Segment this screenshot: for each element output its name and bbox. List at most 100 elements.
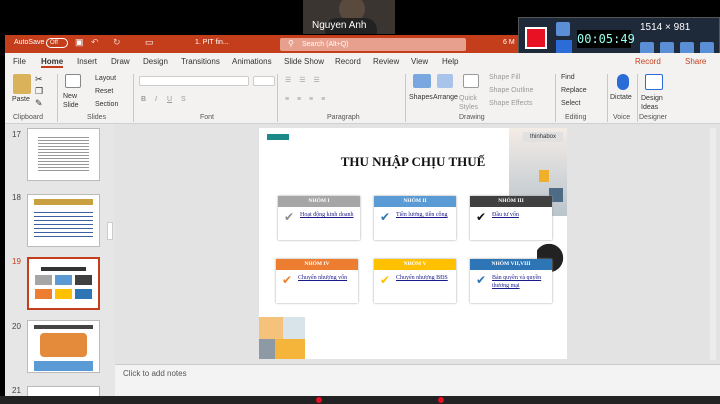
group-header: NHÓM III (470, 196, 552, 207)
share-action[interactable]: Share (685, 57, 706, 66)
arrange-button[interactable]: Arrange (433, 94, 458, 101)
replace-button[interactable]: Replace (561, 87, 587, 94)
thumb-number: 20 (12, 322, 21, 331)
group-designer: Designer (639, 114, 668, 121)
notification-dot (316, 397, 322, 403)
font-size-select[interactable] (253, 76, 275, 86)
cut-icon[interactable]: ✂ (35, 74, 43, 85)
microphone-icon[interactable] (617, 74, 629, 90)
bold-icon[interactable]: B (141, 96, 146, 103)
tab-home[interactable]: Home (41, 57, 64, 68)
tab-transitions[interactable]: Transitions (181, 57, 220, 66)
arrange-icon[interactable] (437, 74, 453, 88)
shapes-icon[interactable] (413, 74, 431, 88)
thumb-scrollbar[interactable] (107, 222, 113, 240)
quick-styles-button[interactable]: Quick Styles (459, 94, 485, 112)
shape-effects-button[interactable]: Shape Effects (489, 100, 532, 107)
brand-badge: thinhabox (523, 132, 563, 142)
group-card[interactable]: NHÓM V ✔ Chuyển nhượng BĐS (374, 259, 456, 303)
design-ideas-button[interactable]: Design Ideas (641, 94, 669, 112)
tab-draw[interactable]: Draw (111, 57, 130, 66)
italic-icon[interactable]: I (155, 96, 157, 103)
quick-styles-icon[interactable] (463, 74, 479, 88)
bullets-icon[interactable]: ☰ ☰ ☰ (285, 76, 323, 84)
tab-file[interactable]: File (13, 57, 26, 66)
underline-icon[interactable]: U (167, 96, 172, 103)
group-card[interactable]: NHÓM IV ✔ Chuyển nhượng vốn (276, 259, 358, 303)
title-right-partial: 6 M (503, 39, 515, 46)
camera-icon[interactable] (556, 22, 570, 36)
notes-pane[interactable]: Click to add notes (115, 364, 720, 396)
ribbon-home: Paste ✂ ❐ ✎ Clipboard New Slide Layout R… (5, 70, 720, 124)
tab-record[interactable]: Record (335, 57, 361, 66)
layout-button[interactable]: Layout (95, 75, 116, 82)
shape-outline-button[interactable]: Shape Outline (489, 87, 533, 94)
tab-insert[interactable]: Insert (77, 57, 97, 66)
slide-thumbnail[interactable] (27, 128, 100, 181)
save-icon[interactable]: ▣ (75, 37, 84, 48)
slide-logo (267, 134, 289, 140)
record-action[interactable]: Record (635, 57, 661, 66)
group-card[interactable]: NHÓM III ✔ Đầu tư vốn (470, 196, 552, 240)
group-card[interactable]: NHÓM II ✔ Tiền lương, tiền công (374, 196, 456, 240)
group-text: Bản quyền và quyền thương mại (492, 275, 542, 289)
shape-fill-button[interactable]: Shape Fill (489, 74, 520, 81)
group-header: NHÓM IV (276, 259, 358, 270)
group-clipboard: Clipboard (13, 114, 43, 121)
new-slide-icon[interactable] (65, 74, 81, 88)
group-header: NHÓM I (278, 196, 360, 207)
format-painter-icon[interactable]: ✎ (35, 98, 43, 109)
tab-help[interactable]: Help (442, 57, 458, 66)
shapes-button[interactable]: Shapes (409, 94, 433, 101)
copy-icon[interactable]: ❐ (35, 86, 43, 97)
check-icon: ✔ (380, 273, 391, 287)
canvas-scrollbar[interactable] (710, 128, 716, 360)
tab-review[interactable]: Review (373, 57, 399, 66)
design-ideas-icon[interactable] (645, 74, 663, 90)
redo-icon[interactable]: ↻ (113, 37, 121, 48)
dictate-button[interactable]: Dictate (610, 94, 632, 101)
tab-slide-show[interactable]: Slide Show (284, 57, 324, 66)
section-button[interactable]: Section (95, 101, 118, 108)
slide-thumbnail-pane: 17 18 19 20 21 (5, 124, 115, 396)
reset-button[interactable]: Reset (95, 88, 113, 95)
slide-thumbnail-selected[interactable] (27, 257, 100, 310)
slide[interactable]: thinhabox THU NHẬP CHỊU THUẾ NHÓM I ✔ Ho… (259, 128, 567, 359)
select-button[interactable]: Select (561, 100, 580, 107)
align-icon[interactable]: ≡ ≡ ≡ ≡ (285, 96, 328, 103)
group-text: Đầu tư vốn (492, 212, 519, 218)
tab-animations[interactable]: Animations (232, 57, 272, 66)
participant-name: Nguyen Anh (312, 20, 367, 31)
slide-thumbnail[interactable] (27, 386, 100, 396)
tab-design[interactable]: Design (143, 57, 168, 66)
font-name-select[interactable] (139, 76, 249, 86)
group-card[interactable]: NHÓM I ✔ Hoạt động kinh doanh (278, 196, 360, 240)
group-header: NHÓM II (374, 196, 456, 207)
slide-thumbnail[interactable] (27, 320, 100, 373)
group-text: Chuyển nhượng vốn (298, 275, 348, 281)
search-box[interactable]: Search (Alt+Q) (280, 38, 466, 51)
present-icon[interactable]: ▭ (145, 37, 154, 48)
group-font: Font (200, 114, 215, 121)
stop-record-button[interactable] (525, 27, 547, 49)
strikethrough-icon[interactable]: S (181, 96, 186, 103)
find-button[interactable]: Find (561, 74, 575, 81)
group-header: NHÓM V (374, 259, 456, 270)
new-slide-button[interactable]: New Slide (63, 92, 87, 110)
paste-icon[interactable] (13, 74, 31, 94)
tab-view[interactable]: View (411, 57, 428, 66)
group-text: Chuyển nhượng BĐS (396, 275, 448, 281)
check-icon: ✔ (476, 273, 487, 287)
group-drawing: Drawing (459, 114, 485, 121)
group-card[interactable]: NHÓM VII,VIII ✔ Bản quyền và quyền thươn… (470, 259, 552, 303)
check-icon: ✔ (282, 273, 293, 287)
slide-thumbnail[interactable] (27, 194, 100, 247)
paste-button[interactable]: Paste (12, 96, 30, 103)
thumb-number: 17 (12, 130, 21, 139)
group-voice: Voice (613, 114, 631, 121)
undo-icon[interactable]: ↶ (91, 37, 99, 48)
slide-title[interactable]: THU NHẬP CHỊU THUẾ (259, 154, 567, 170)
group-header: NHÓM VII,VIII (470, 259, 552, 270)
autosave-toggle[interactable]: Off (46, 38, 68, 48)
check-icon: ✔ (476, 210, 487, 224)
